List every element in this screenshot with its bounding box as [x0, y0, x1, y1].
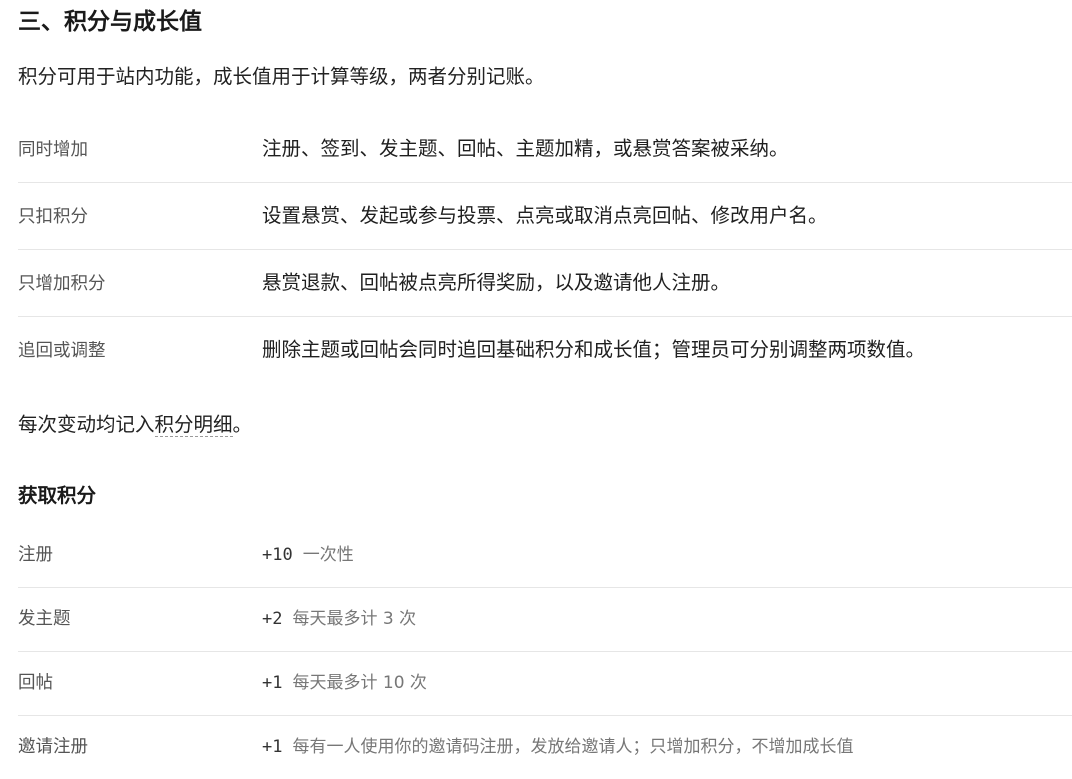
rule-text: 悬赏退款、回帖被点亮所得奖励，以及邀请他人注册。 — [262, 271, 731, 294]
section-intro: 积分可用于站内功能，成长值用于计算等级，两者分别记账。 — [18, 65, 545, 88]
earn-value: +10 一次性 — [262, 541, 354, 569]
rule-text: 设置悬赏、发起或参与投票、点亮或取消点亮回帖、修改用户名。 — [262, 204, 828, 227]
rule-text: 注册、签到、发主题、回帖、主题加精，或悬赏答案被采纳。 — [262, 137, 789, 160]
note-prefix: 每次变动均记入 — [18, 413, 155, 436]
rule-text: 删除主题或回帖会同时追回基础积分和成长值；管理员可分别调整两项数值。 — [262, 338, 926, 361]
earn-note: 一次性 — [302, 545, 354, 565]
rule-row-recover-adjust: 追回或调整 删除主题或回帖会同时追回基础积分和成长值；管理员可分别调整两项数值。 — [18, 317, 1072, 383]
earn-note: 每天最多计 10 次 — [292, 673, 427, 693]
earn-value: +2 每天最多计 3 次 — [262, 605, 416, 633]
rule-label: 只增加积分 — [18, 274, 106, 294]
note-suffix: 。 — [232, 413, 253, 436]
rule-row-deduct-only: 只扣积分 设置悬赏、发起或参与投票、点亮或取消点亮回帖、修改用户名。 — [18, 183, 1072, 250]
points-amount: +1 — [262, 737, 283, 757]
rule-label: 同时增加 — [18, 140, 88, 160]
rule-row-increase-points-only: 只增加积分 悬赏退款、回帖被点亮所得奖励，以及邀请他人注册。 — [18, 250, 1072, 317]
earn-points-table: 注册 +10 一次性 发主题 +2 每天最多计 3 次 回帖 +1 每天最多计 10 … — [18, 524, 1072, 779]
earn-value: +1 每天最多计 10 次 — [262, 669, 427, 697]
earn-row-reply: 回帖 +1 每天最多计 10 次 — [18, 652, 1072, 716]
points-detail-link[interactable]: 积分明细 — [154, 413, 233, 437]
earn-row-invite: 邀请注册 +1 每有一人使用你的邀请码注册，发放给邀请人；只增加积分，不增加成长值 — [18, 716, 1072, 779]
points-amount: +10 — [262, 545, 293, 565]
earn-label: 注册 — [18, 545, 53, 565]
earn-row-new-topic: 发主题 +2 每天最多计 3 次 — [18, 588, 1072, 652]
points-log-note: 每次变动均记入积分明细。 — [18, 410, 252, 440]
points-amount: +2 — [262, 609, 283, 629]
earn-value: +1 每有一人使用你的邀请码注册，发放给邀请人；只增加积分，不增加成长值 — [262, 733, 853, 761]
rule-row-both-increase: 同时增加 注册、签到、发主题、回帖、主题加精，或悬赏答案被采纳。 — [18, 116, 1072, 183]
rule-label: 只扣积分 — [18, 207, 88, 227]
points-amount: +1 — [262, 673, 283, 693]
earn-label: 邀请注册 — [18, 737, 88, 757]
earn-note: 每天最多计 3 次 — [292, 609, 417, 629]
earn-row-register: 注册 +10 一次性 — [18, 524, 1072, 588]
rules-table: 同时增加 注册、签到、发主题、回帖、主题加精，或悬赏答案被采纳。 只扣积分 设置… — [18, 116, 1072, 383]
earn-label: 回帖 — [18, 673, 53, 693]
section-title: 三、积分与成长值 — [18, 9, 202, 35]
earn-points-heading: 获取积分 — [18, 484, 97, 507]
earn-label: 发主题 — [18, 609, 71, 629]
rule-label: 追回或调整 — [18, 341, 106, 361]
earn-note: 每有一人使用你的邀请码注册，发放给邀请人；只增加积分，不增加成长值 — [292, 737, 854, 757]
